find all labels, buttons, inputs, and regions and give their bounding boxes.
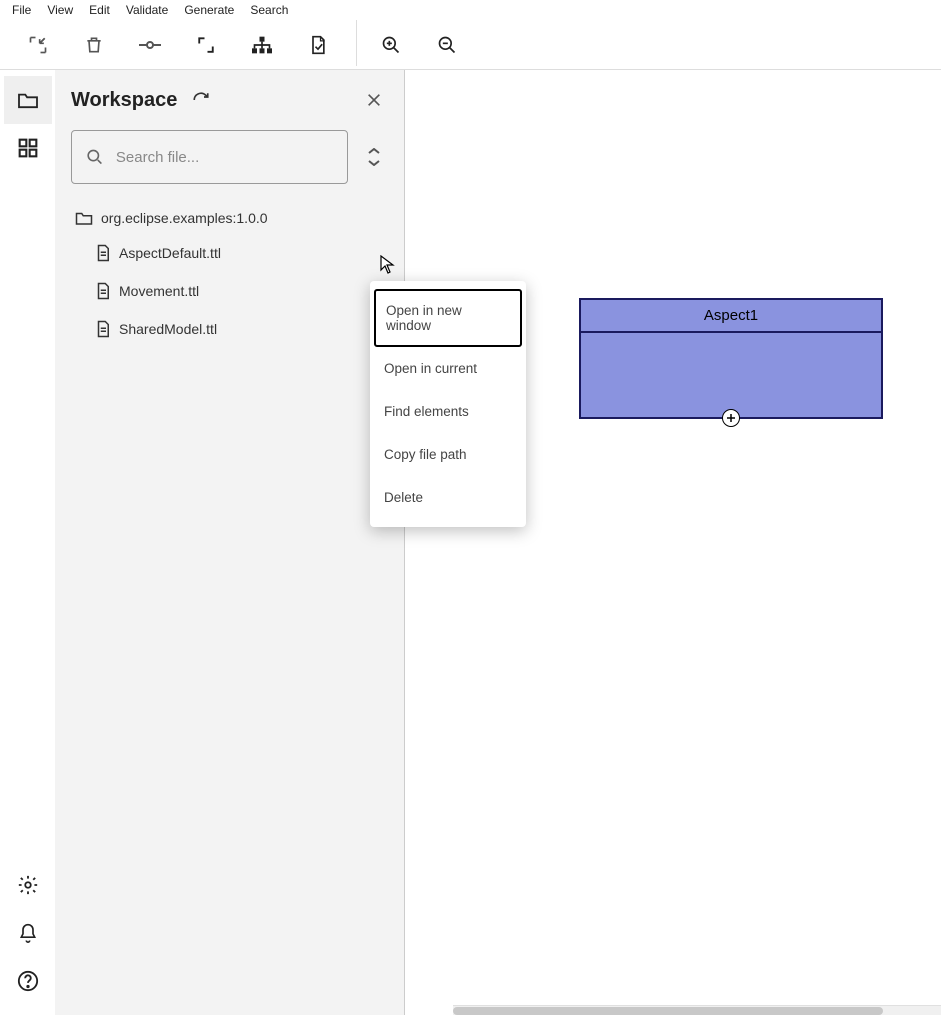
aspect-node[interactable]: Aspect1 <box>579 298 883 419</box>
context-menu: Open in new window Open in current Find … <box>370 281 526 527</box>
collapse-icon[interactable] <box>10 23 66 67</box>
horizontal-scrollbar[interactable] <box>453 1005 941 1015</box>
menu-edit[interactable]: Edit <box>81 1 118 19</box>
rail-workspace-icon[interactable] <box>4 76 52 124</box>
file-label: AspectDefault.ttl <box>119 245 221 261</box>
context-open-current[interactable]: Open in current <box>370 347 526 390</box>
zoom-out-icon[interactable] <box>419 23 475 67</box>
rail-notifications-icon[interactable] <box>4 909 52 957</box>
collapse-all-icon[interactable] <box>360 143 388 171</box>
workspace-sidebar: Workspace <box>55 70 405 1015</box>
toolbar-divider <box>356 20 357 66</box>
fit-icon[interactable] <box>178 23 234 67</box>
menu-validate[interactable]: Validate <box>118 1 176 19</box>
tree-file[interactable]: AspectDefault.ttl <box>71 236 388 270</box>
left-rail <box>0 70 55 1015</box>
folder-open-icon <box>75 210 93 226</box>
search-input[interactable] <box>116 149 333 166</box>
search-icon <box>86 147 104 167</box>
search-box[interactable] <box>71 130 348 184</box>
context-open-new-window[interactable]: Open in new window <box>374 289 522 347</box>
zoom-in-icon[interactable] <box>363 23 419 67</box>
canvas-area[interactable]: Aspect1 <box>405 70 941 1015</box>
rail-help-icon[interactable] <box>4 957 52 1005</box>
delete-icon[interactable] <box>66 23 122 67</box>
sidebar-title: Workspace <box>71 89 177 112</box>
refresh-icon[interactable] <box>187 86 215 114</box>
rail-grid-icon[interactable] <box>4 124 52 172</box>
toolbar <box>0 20 941 70</box>
add-port-icon[interactable] <box>722 409 740 427</box>
file-icon <box>95 244 111 262</box>
context-find-elements[interactable]: Find elements <box>370 390 526 433</box>
menu-file[interactable]: File <box>4 1 39 19</box>
menubar: File View Edit Validate Generate Search <box>0 0 941 20</box>
validate-file-icon[interactable] <box>290 23 346 67</box>
file-label: Movement.ttl <box>119 283 199 299</box>
tree-file[interactable]: Movement.ttl <box>71 274 388 308</box>
menu-generate[interactable]: Generate <box>176 1 242 19</box>
scrollbar-thumb[interactable] <box>453 1007 883 1015</box>
tree-folder[interactable]: org.eclipse.examples:1.0.0 <box>71 204 388 232</box>
menu-view[interactable]: View <box>39 1 81 19</box>
rail-settings-icon[interactable] <box>4 861 52 909</box>
file-icon <box>95 320 111 338</box>
tree-file[interactable]: SharedModel.ttl <box>71 312 388 346</box>
close-panel-icon[interactable] <box>360 86 388 114</box>
context-copy-path[interactable]: Copy file path <box>370 433 526 476</box>
file-label: SharedModel.ttl <box>119 321 217 337</box>
file-icon <box>95 282 111 300</box>
hierarchy-icon[interactable] <box>234 23 290 67</box>
menu-search[interactable]: Search <box>242 1 296 19</box>
folder-label: org.eclipse.examples:1.0.0 <box>101 210 268 226</box>
aspect-node-title: Aspect1 <box>581 300 881 333</box>
connection-icon[interactable] <box>122 23 178 67</box>
context-delete[interactable]: Delete <box>370 476 526 519</box>
